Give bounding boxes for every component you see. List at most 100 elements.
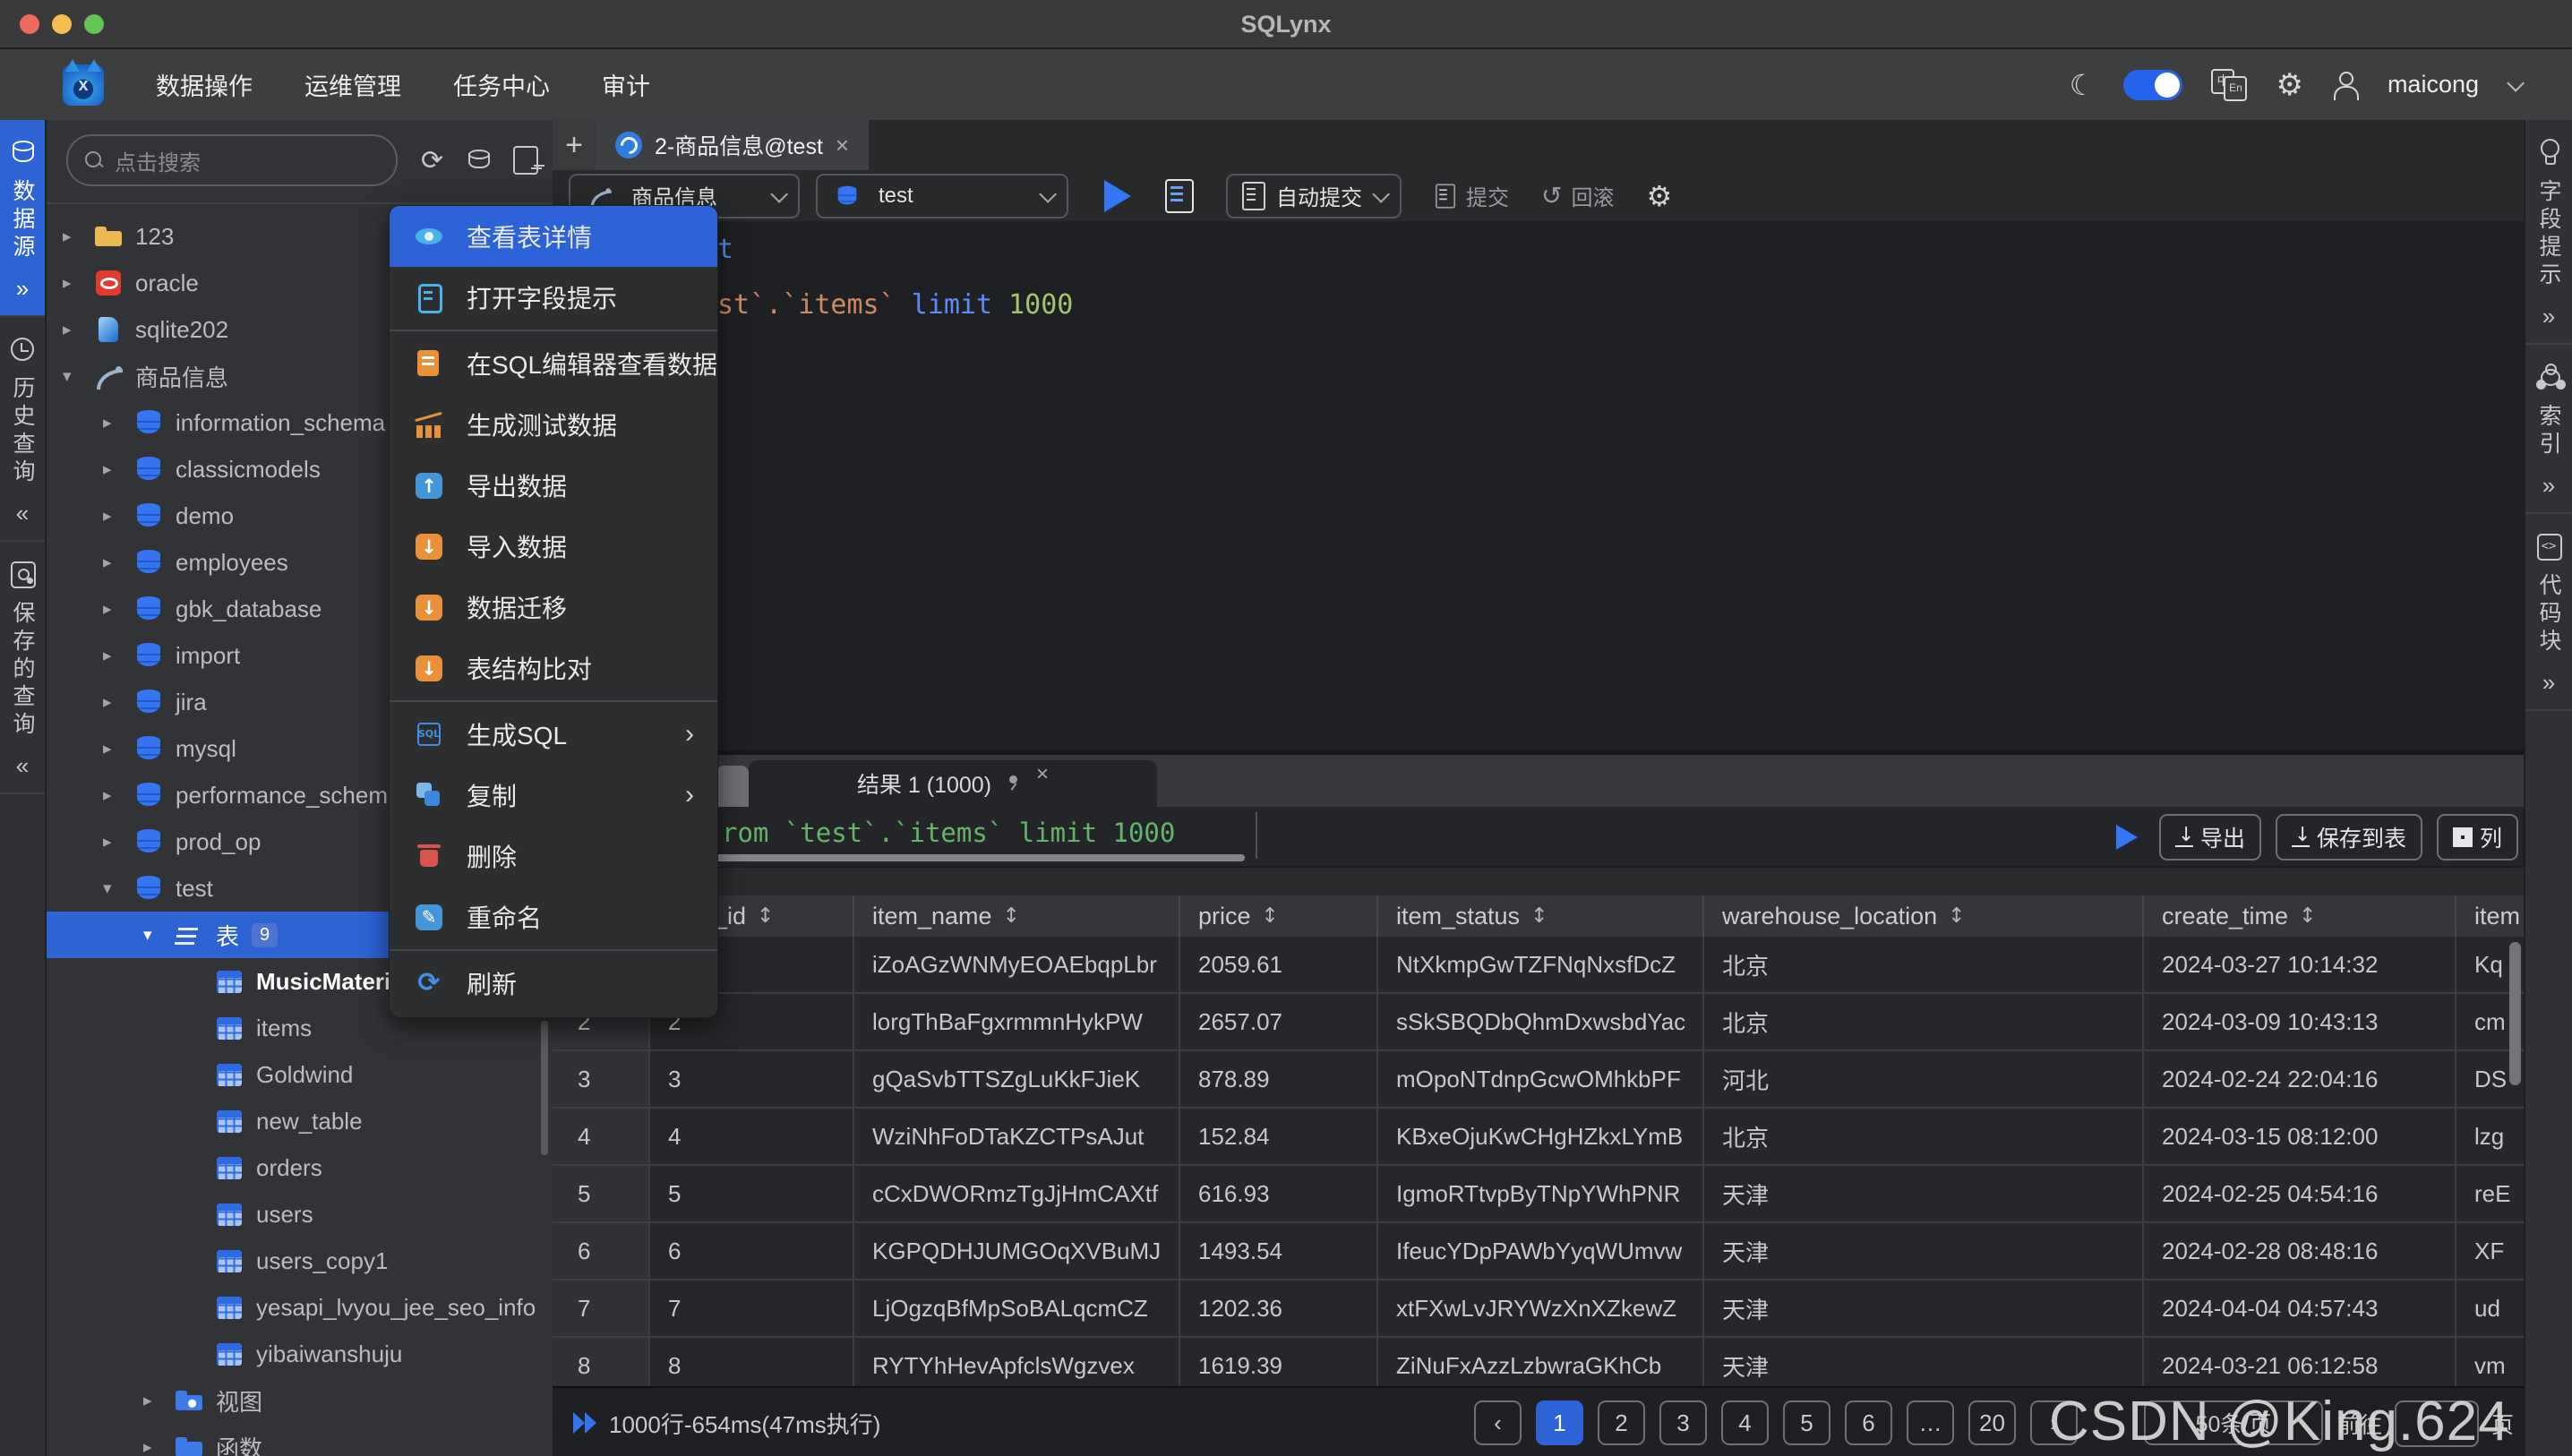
context-menu-item[interactable]: 查看表详情 [390,206,717,267]
context-menu-item[interactable]: 打开字段提示 [390,267,717,328]
sql-editor[interactable]: t st`.`items` limit 1000 [553,221,2525,750]
table-cell[interactable]: 2024-02-24 22:04:16 [2144,1051,2456,1109]
table-cell[interactable]: 5 [650,1166,854,1223]
table-cell[interactable]: 2024-04-04 04:57:43 [2144,1280,2456,1338]
tree-item[interactable]: ▸函数 [47,1424,553,1456]
rollback-button[interactable]: ↺ 回滚 [1541,180,1614,211]
table-cell[interactable]: 616.93 [1180,1166,1378,1223]
table-cell[interactable]: ud [2456,1280,2525,1338]
table-cell[interactable]: reE [2456,1166,2525,1223]
rail-tab-index[interactable]: 索引» [2525,345,2572,514]
table-cell[interactable]: 2024-03-21 06:12:58 [2144,1338,2456,1386]
context-menu-item[interactable]: 表结构比对 [390,638,717,698]
table-cell[interactable]: 天津 [1704,1166,2144,1223]
page-button[interactable]: 20 [1968,1400,2016,1445]
table-cell[interactable]: IfeucYDpPAWbYyqWUmvw [1378,1223,1704,1280]
table-cell[interactable]: mOpoNTdnpGcwOMhkbPF [1378,1051,1704,1109]
user-menu-chevron-icon[interactable] [2507,73,2525,91]
table-cell[interactable]: 2024-02-28 08:48:16 [2144,1223,2456,1280]
context-menu-item[interactable]: 导出数据 [390,455,717,516]
menubar-item[interactable]: 运维管理 [304,67,401,102]
table-cell[interactable]: vm [2456,1338,2525,1386]
tree-item[interactable]: ▸视图 [47,1377,553,1424]
table-cell[interactable]: 6 [650,1223,854,1280]
theme-toggle[interactable] [2123,70,2182,100]
new-tab-button[interactable]: + [553,120,596,170]
editor-settings-gear-icon[interactable]: ⚙ [1646,179,1672,213]
row-number-cell[interactable]: 8 [553,1338,650,1386]
row-number-cell[interactable]: 4 [553,1109,650,1166]
row-number-cell[interactable]: 7 [553,1280,650,1338]
tree-item[interactable]: users [47,1191,553,1238]
page-button[interactable]: 2 [1598,1400,1645,1445]
table-cell[interactable]: 天津 [1704,1338,2144,1386]
context-menu-item[interactable]: 复制› [390,765,717,826]
context-menu-item[interactable]: 导入数据 [390,516,717,577]
page-button[interactable]: ‹ [1474,1400,1522,1445]
table-cell[interactable]: KGPQDHJUMGOqXVBuMJ [854,1223,1180,1280]
table-cell[interactable]: 北京 [1704,937,2144,994]
table-cell[interactable]: 2024-03-15 08:12:00 [2144,1109,2456,1166]
table-cell[interactable]: WziNhFoDTaKZCTPsAJut [854,1109,1180,1166]
table-cell[interactable]: iZoAGzWNMyEOAEbqpLbr [854,937,1180,994]
tree-item[interactable]: orders [47,1144,553,1191]
export-button[interactable]: 导出 [2159,814,2261,861]
row-number-cell[interactable]: 3 [553,1051,650,1109]
context-menu-item[interactable]: 数据迁移 [390,577,717,638]
table-cell[interactable]: 天津 [1704,1223,2144,1280]
rail-tab-saved-query[interactable]: 保存的查询« [0,542,45,794]
rail-tab-datasource[interactable]: 数据源» [0,120,45,317]
context-menu-item[interactable]: 在SQL编辑器查看数据 [390,333,717,394]
table-cell[interactable]: RYTYhHevApfclsWgzvex [854,1338,1180,1386]
tree-item[interactable]: users_copy1 [47,1238,553,1284]
menubar-item[interactable]: 任务中心 [453,67,550,102]
table-cell[interactable]: 天津 [1704,1280,2144,1338]
column-header[interactable]: warehouse_location↕ [1704,895,2144,937]
table-cell[interactable]: cCxDWORmzTgJjHmCAXtf [854,1166,1180,1223]
table-cell[interactable]: 7 [650,1280,854,1338]
commit-mode-select[interactable]: 自动提交 [1226,174,1402,218]
table-cell[interactable]: ZiNuFxAzzLzbwraGKhCb [1378,1338,1704,1386]
table-cell[interactable]: 1202.36 [1180,1280,1378,1338]
table-cell[interactable]: LjOgzqBfMpSoBALqcmCZ [854,1280,1180,1338]
vertical-scrollbar[interactable] [2509,942,2521,1085]
rail-tab-code-block[interactable]: 代码块» [2525,514,2572,711]
tree-item[interactable]: yibaiwanshuju [47,1331,553,1377]
table-cell[interactable]: XF [2456,1223,2525,1280]
rail-tab-history[interactable]: 历史查询« [0,317,45,542]
table-row[interactable]: 88RYTYhHevApfclsWgzvex1619.39ZiNuFxAzzLz… [553,1338,2525,1386]
context-menu-item[interactable]: 刷新 [390,953,717,1014]
table-row[interactable]: 66KGPQDHJUMGOqXVBuMJ1493.54IfeucYDpPAWbY… [553,1223,2525,1280]
table-cell[interactable]: gQaSvbTTSZgLuKkFJieK [854,1051,1180,1109]
table-cell[interactable]: 河北 [1704,1051,2144,1109]
commit-button[interactable]: 提交 [1434,180,1509,211]
table-row[interactable]: 55cCxDWORmzTgJjHmCAXtf616.93IgmoRTtvpByT… [553,1166,2525,1223]
table-cell[interactable]: 北京 [1704,994,2144,1051]
context-menu-item[interactable]: 生成测试数据 [390,394,717,455]
table-cell[interactable]: 2059.61 [1180,937,1378,994]
context-menu-item[interactable]: 删除 [390,826,717,886]
rail-tab-field-tips[interactable]: 字段提示» [2525,120,2572,345]
results-tab[interactable]: 结果 1 (1000) × [749,760,1157,807]
table-cell[interactable]: lorgThBaFgxrmmnHykPW [854,994,1180,1051]
pin-icon[interactable] [1006,775,1022,792]
explain-plan-icon[interactable] [1165,179,1194,213]
row-number-cell[interactable]: 5 [553,1166,650,1223]
export-button[interactable]: 保存到表 [2276,814,2422,861]
table-row[interactable]: 22lorgThBaFgxrmmnHykPW2657.07sSkSBQDbQhm… [553,994,2525,1051]
page-button[interactable]: … [1907,1400,1954,1445]
page-button[interactable]: 4 [1721,1400,1769,1445]
table-cell[interactable]: sSkSBQDbQhmDxwsbdYac [1378,994,1704,1051]
table-cell[interactable]: 2024-02-25 04:54:16 [2144,1166,2456,1223]
table-cell[interactable]: lzg [2456,1109,2525,1166]
refresh-tree-icon[interactable]: ⟳ [421,145,443,176]
page-button[interactable]: 1 [1536,1400,1583,1445]
run-query-button[interactable] [1104,180,1131,212]
table-row[interactable]: 44WziNhFoDTaKZCTPsAJut152.84KBxeOjuKwCHg… [553,1109,2525,1166]
table-cell[interactable]: 2024-03-09 10:43:13 [2144,994,2456,1051]
table-cell[interactable]: 1619.39 [1180,1338,1378,1386]
column-header[interactable]: item_status↕ [1378,895,1704,937]
table-row[interactable]: 33gQaSvbTTSZgLuKkFJieK878.89mOpoNTdnpGcw… [553,1051,2525,1109]
table-cell[interactable]: 2657.07 [1180,994,1378,1051]
menubar-item[interactable]: 数据操作 [156,67,253,102]
